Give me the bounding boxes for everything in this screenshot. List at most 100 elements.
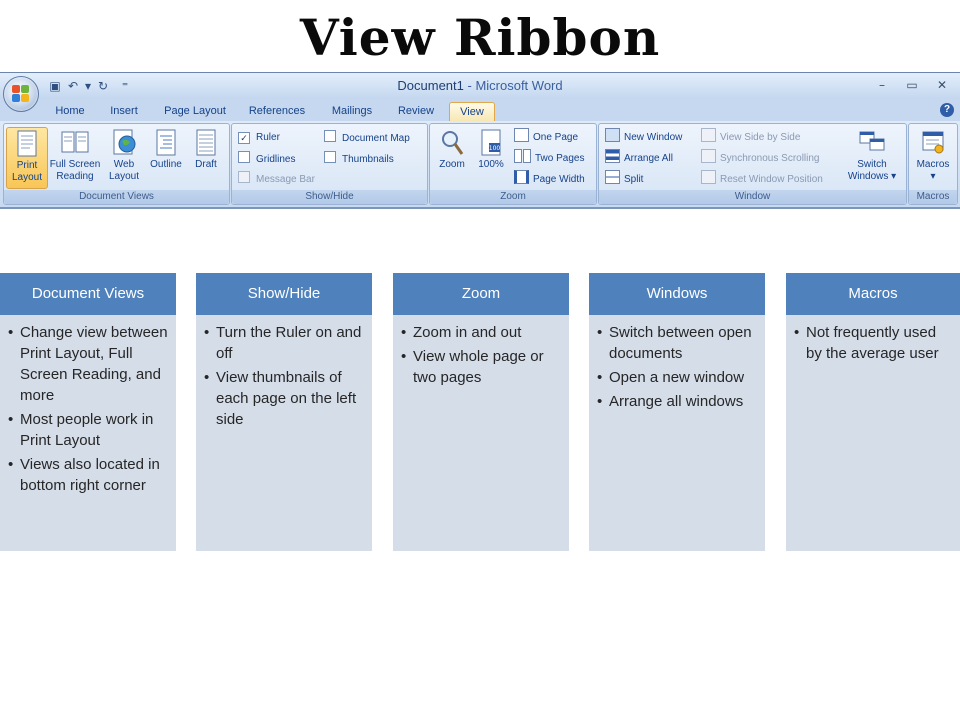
print-layout-label-1: Print [16, 160, 38, 171]
window-controls: – ▭ ✕ [872, 76, 952, 94]
group-zoom: Zoom 100 100% One Page Two Pages Page Wi… [429, 123, 597, 205]
thumbnails-label: Thumbnails [342, 154, 394, 165]
list-item: Most people work in Print Layout [8, 409, 170, 451]
list-item: Turn the Ruler on and off [204, 322, 366, 364]
full-screen-reading-label-2: Reading [56, 171, 94, 182]
arrange-all-label: Arrange All [624, 153, 673, 164]
switch-windows-button[interactable]: Switch Windows ▾ [843, 127, 901, 187]
tab-view[interactable]: View [449, 102, 495, 122]
new-window-icon [605, 128, 620, 142]
undo-dropdown-icon[interactable]: ▾ [84, 79, 92, 93]
list-item: View thumbnails of each page on the left… [204, 367, 366, 430]
customize-qat-icon[interactable]: ⁼ [120, 79, 130, 93]
list-item: Zoom in and out [401, 322, 563, 343]
window-title: Document1 - Microsoft Word [0, 78, 960, 93]
print-layout-button[interactable]: Print Layout [6, 127, 48, 189]
ribbon: Print Layout Full Screen Reading Web Lay… [0, 121, 960, 207]
macros-box: Macros Not frequently used by the averag… [786, 273, 960, 551]
tab-review[interactable]: Review [392, 102, 440, 121]
document-map-checkbox[interactable]: Document Map [324, 130, 410, 146]
split-button[interactable]: Split [605, 170, 643, 186]
new-window-button[interactable]: New Window [605, 128, 682, 144]
bullet-list: Not frequently used by the average user [794, 322, 956, 367]
list-item: Views also located in bottom right corne… [8, 454, 170, 496]
close-button[interactable]: ✕ [932, 76, 952, 94]
tab-home[interactable]: Home [48, 102, 92, 121]
checkbox-icon [324, 130, 336, 142]
ribbon-tabs: Home Insert Page Layout References Maili… [0, 99, 960, 122]
outline-button[interactable]: Outline [146, 127, 186, 187]
undo-icon[interactable]: ↶ [66, 79, 80, 93]
zoom-box: Zoom Zoom in and out View whole page or … [393, 273, 569, 551]
group-show-hide: ✓ Ruler Gridlines Message Bar Document Ma… [231, 123, 428, 205]
gridlines-checkbox[interactable]: Gridlines [238, 151, 295, 167]
macros-dropdown-icon: ▾ [930, 171, 936, 182]
macros-label: Macros [916, 159, 950, 170]
group-document-views: Print Layout Full Screen Reading Web Lay… [3, 123, 230, 205]
arrange-all-icon [605, 149, 620, 163]
document-map-label: Document Map [342, 133, 410, 144]
message-bar-label: Message Bar [256, 174, 315, 185]
tab-page-layout[interactable]: Page Layout [158, 102, 232, 121]
thumbnails-checkbox[interactable]: Thumbnails [324, 151, 394, 167]
full-screen-reading-button[interactable]: Full Screen Reading [48, 127, 102, 187]
restore-button[interactable]: ▭ [902, 76, 922, 94]
checkbox-checked-icon: ✓ [238, 132, 250, 144]
tab-references[interactable]: References [244, 102, 310, 121]
side-by-side-icon [701, 128, 716, 142]
group-label-document-views: Document Views [4, 190, 229, 204]
web-layout-icon [113, 129, 136, 155]
bullet-list: Change view between Print Layout, Full S… [8, 322, 170, 499]
magnifier-icon [442, 131, 464, 155]
list-item: Open a new window [597, 367, 759, 388]
macros-button[interactable]: Macros ▾ [912, 127, 954, 187]
bullet-list: Switch between open documents Open a new… [597, 322, 759, 415]
page-width-button[interactable]: Page Width [514, 170, 585, 186]
print-layout-icon [17, 130, 37, 157]
print-layout-label-2: Layout [11, 172, 43, 183]
group-window: New Window Arrange All Split View Side b… [598, 123, 907, 205]
one-page-icon [514, 128, 529, 142]
word-window: Document1 - Microsoft Word ▣ ↶ ▾ ↻ ⁼ – ▭… [0, 72, 960, 209]
list-item: Arrange all windows [597, 391, 759, 412]
save-icon[interactable]: ▣ [48, 79, 62, 93]
minimize-button[interactable]: – [872, 76, 892, 94]
tab-mailings[interactable]: Mailings [323, 102, 381, 121]
svg-text:100: 100 [489, 145, 501, 152]
app-name: Microsoft Word [475, 78, 563, 93]
one-page-button[interactable]: One Page [514, 128, 578, 144]
two-pages-button[interactable]: Two Pages [514, 149, 584, 165]
gridlines-label: Gridlines [256, 154, 296, 165]
draft-label: Draft [195, 159, 217, 170]
web-layout-button[interactable]: Web Layout [104, 127, 144, 187]
draft-button[interactable]: Draft [186, 127, 226, 187]
help-icon[interactable]: ? [940, 103, 954, 117]
hundred-percent-icon: 100 [481, 129, 501, 156]
reset-position-icon [701, 170, 716, 184]
zoom-label: Zoom [439, 159, 465, 170]
outline-icon [156, 129, 176, 156]
zoom-button[interactable]: Zoom [433, 127, 471, 187]
zoom-100-label: 100% [478, 159, 504, 170]
document-views-box: Document Views Change view between Print… [0, 273, 176, 551]
full-screen-reading-icon [61, 131, 89, 153]
checkbox-icon [238, 171, 250, 183]
sync-scroll-icon [701, 149, 716, 163]
list-item: Not frequently used by the average user [794, 322, 956, 364]
split-icon [605, 170, 620, 184]
arrange-all-button[interactable]: Arrange All [605, 149, 673, 165]
bullet-list: Turn the Ruler on and off View thumbnail… [204, 322, 366, 433]
tab-insert[interactable]: Insert [102, 102, 146, 121]
group-label-show-hide: Show/Hide [232, 190, 427, 204]
split-label: Split [624, 174, 644, 185]
redo-icon[interactable]: ↻ [96, 79, 110, 93]
ruler-checkbox[interactable]: ✓ Ruler [238, 130, 280, 146]
switch-windows-label-2: Windows ▾ [847, 171, 897, 182]
document-name: Document1 [397, 78, 464, 93]
sync-scroll-label: Synchronous Scrolling [720, 153, 820, 164]
group-label-zoom: Zoom [430, 190, 596, 204]
checkbox-icon [324, 151, 336, 163]
show-hide-box: Show/Hide Turn the Ruler on and off View… [196, 273, 372, 551]
zoom-100-button[interactable]: 100 100% [473, 127, 509, 187]
box-title: Document Views [0, 273, 176, 315]
